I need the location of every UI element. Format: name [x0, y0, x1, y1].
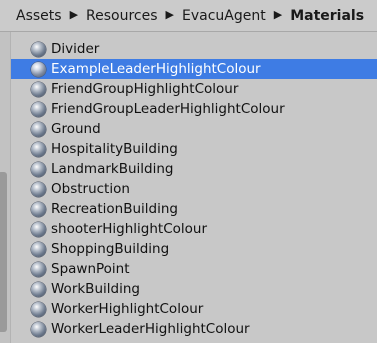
material-sphere-icon: [31, 241, 46, 257]
material-sphere-icon: [31, 141, 46, 157]
material-sphere-icon: [31, 161, 46, 177]
asset-item[interactable]: WorkerHighlightColour: [11, 299, 377, 319]
material-sphere-icon: [31, 261, 46, 277]
asset-item-label: HospitalityBuilding: [51, 141, 178, 157]
asset-item[interactable]: Ground: [11, 119, 377, 139]
chevron-right-icon: ▶: [165, 8, 174, 21]
asset-item-label: Ground: [51, 121, 101, 137]
asset-item[interactable]: shooterHighlightColour: [11, 219, 377, 239]
asset-item-label: LandmarkBuilding: [51, 161, 174, 177]
asset-item-label: shooterHighlightColour: [51, 221, 208, 237]
asset-item[interactable]: ShoppingBuilding: [11, 239, 377, 259]
material-sphere-icon: [31, 301, 46, 317]
asset-item-label: ShoppingBuilding: [51, 241, 170, 257]
chevron-right-icon: ▶: [273, 8, 283, 21]
material-sphere-icon: [31, 201, 46, 217]
material-sphere-icon: [31, 181, 46, 197]
breadcrumb-assets[interactable]: Assets: [16, 8, 62, 24]
asset-item-label: Obstruction: [51, 181, 130, 197]
material-sphere-icon: [31, 221, 46, 237]
asset-item-label: WorkerLeaderHighlightColour: [51, 321, 250, 337]
asset-item-label: RecreationBuilding: [51, 201, 178, 217]
scrollbar-thumb[interactable]: [0, 172, 7, 332]
asset-item[interactable]: LandmarkBuilding: [11, 159, 377, 179]
asset-item-label: FriendGroupHighlightColour: [51, 81, 239, 97]
asset-item[interactable]: ExampleLeaderHighlightColour: [11, 59, 377, 79]
asset-item[interactable]: Divider: [11, 39, 377, 59]
asset-item[interactable]: HospitalityBuilding: [11, 139, 377, 159]
breadcrumb: Assets ▶ Resources ▶ EvacuAgent ▶ Materi…: [0, 0, 377, 32]
material-sphere-icon: [31, 81, 46, 97]
asset-item[interactable]: WorkerLeaderHighlightColour: [11, 319, 377, 339]
asset-item-label: SpawnPoint: [51, 261, 130, 277]
breadcrumb-resources[interactable]: Resources: [86, 8, 158, 24]
asset-item-label: FriendGroupLeaderHighlightColour: [51, 101, 285, 117]
asset-item-label: WorkerHighlightColour: [51, 301, 204, 317]
asset-item-label: Divider: [51, 41, 100, 57]
material-sphere-icon: [31, 121, 46, 137]
material-sphere-icon: [31, 61, 46, 77]
material-sphere-icon: [31, 321, 46, 337]
asset-item-label: ExampleLeaderHighlightColour: [51, 61, 261, 77]
material-sphere-icon: [31, 281, 46, 297]
asset-item[interactable]: Obstruction: [11, 179, 377, 199]
asset-item[interactable]: FriendGroupLeaderHighlightColour: [11, 99, 377, 119]
material-sphere-icon: [31, 41, 46, 57]
asset-item[interactable]: FriendGroupHighlightColour: [11, 79, 377, 99]
breadcrumb-evacuagent[interactable]: EvacuAgent: [182, 8, 266, 24]
asset-item-label: WorkBuilding: [51, 281, 140, 297]
asset-item[interactable]: SpawnPoint: [11, 259, 377, 279]
asset-item[interactable]: WorkBuilding: [11, 279, 377, 299]
chevron-right-icon: ▶: [69, 8, 79, 21]
asset-list: Divider ExampleLeaderHighlightColour Frien…: [10, 32, 377, 343]
asset-item[interactable]: RecreationBuilding: [11, 199, 377, 219]
left-panel-edge: [0, 32, 10, 343]
material-sphere-icon: [31, 101, 46, 117]
breadcrumb-materials[interactable]: Materials: [290, 8, 364, 24]
